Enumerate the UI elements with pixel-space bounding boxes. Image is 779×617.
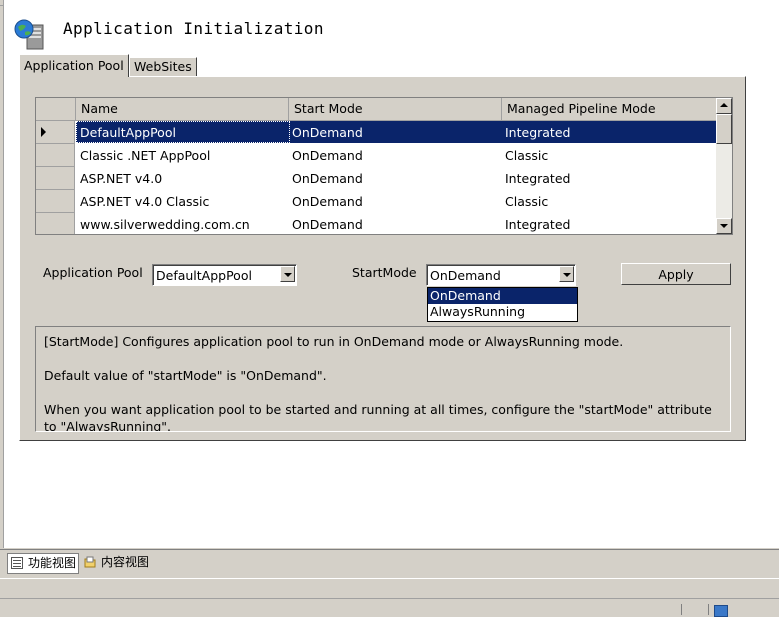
status-strip: [0, 578, 779, 599]
cell-pipeline[interactable]: Classic: [501, 190, 548, 213]
description-line: [StartMode] Configures application pool …: [44, 334, 624, 349]
chevron-down-icon: [284, 273, 292, 277]
scroll-down-button[interactable]: [716, 218, 732, 234]
table-row[interactable]: ASP.NET v4.0 OnDemand Integrated: [36, 167, 716, 190]
tab-websites[interactable]: WebSites: [129, 57, 197, 76]
app-pool-dropdown-button[interactable]: [280, 266, 295, 282]
view-switcher-bar: 功能视图 内容视图: [0, 549, 779, 577]
cell-pipeline[interactable]: Integrated: [501, 167, 570, 190]
column-header-name[interactable]: Name: [76, 98, 289, 120]
app-pool-value: DefaultAppPool: [156, 268, 252, 283]
start-mode-label: StartMode: [352, 265, 417, 280]
cell-pipeline[interactable]: Integrated: [501, 121, 570, 144]
features-view-tab[interactable]: 功能视图: [7, 553, 80, 574]
app-pool-grid[interactable]: Name Start Mode Managed Pipeline Mode De…: [35, 97, 733, 235]
cell-start-mode[interactable]: OnDemand: [288, 121, 363, 144]
apply-button[interactable]: Apply: [621, 263, 731, 285]
status-bar: [0, 598, 779, 616]
arrow-down-icon: [720, 224, 728, 228]
row-header[interactable]: [36, 167, 75, 190]
table-row[interactable]: ASP.NET v4.0 Classic OnDemand Classic: [36, 190, 716, 213]
page-title: Application Initialization: [63, 19, 324, 38]
option-ondemand[interactable]: OnDemand: [428, 288, 577, 304]
scroll-thumb[interactable]: [716, 114, 732, 144]
column-header-pipeline-mode[interactable]: Managed Pipeline Mode: [502, 98, 716, 120]
cell-name[interactable]: www.silverwedding.com.cn: [76, 213, 250, 234]
row-header-corner: [36, 98, 76, 120]
cell-start-mode[interactable]: OnDemand: [288, 213, 363, 234]
grid-vertical-scrollbar[interactable]: [716, 98, 732, 234]
cell-name[interactable]: ASP.NET v4.0 Classic: [76, 190, 209, 213]
status-separator: [708, 604, 709, 615]
tab-strip: Application Pool WebSites: [19, 54, 746, 77]
start-mode-dropdown-list: OnDemand AlwaysRunning: [427, 287, 578, 322]
app-pool-label: Application Pool: [43, 265, 143, 280]
tab-application-pool[interactable]: Application Pool: [19, 54, 129, 77]
description-box: [StartMode] Configures application pool …: [35, 326, 731, 432]
content-view-tab[interactable]: 内容视图: [83, 553, 149, 572]
column-header-start-mode[interactable]: Start Mode: [289, 98, 502, 120]
option-alwaysrunning[interactable]: AlwaysRunning: [428, 304, 577, 320]
cell-pipeline[interactable]: Integrated: [501, 213, 570, 234]
features-view-label: 功能视图: [28, 556, 77, 570]
cell-start-mode[interactable]: OnDemand: [288, 144, 363, 167]
content-view-label: 内容视图: [101, 555, 150, 569]
cell-start-mode[interactable]: OnDemand: [288, 190, 363, 213]
row-header[interactable]: [36, 144, 75, 167]
arrow-up-icon: [720, 103, 728, 107]
row-header[interactable]: [36, 121, 75, 144]
start-mode-dropdown-button[interactable]: [559, 266, 574, 282]
scroll-up-button[interactable]: [716, 98, 732, 114]
table-row[interactable]: Classic .NET AppPool OnDemand Classic: [36, 144, 716, 167]
description-line: When you want application pool to be sta…: [44, 402, 712, 417]
current-row-arrow-icon: [41, 127, 46, 137]
description-line: to "AlwaysRunning".: [44, 419, 172, 432]
grid-header: Name Start Mode Managed Pipeline Mode: [36, 98, 716, 121]
app-pool-combobox[interactable]: DefaultAppPool: [152, 264, 297, 286]
table-row[interactable]: DefaultAppPool OnDemand Integrated: [36, 121, 716, 144]
row-header[interactable]: [36, 190, 75, 213]
start-mode-combobox[interactable]: OnDemand: [426, 264, 576, 286]
cell-name[interactable]: ASP.NET v4.0: [76, 167, 162, 190]
status-separator: [681, 604, 682, 615]
features-view-icon: [11, 557, 23, 569]
content-view-icon: [84, 556, 96, 568]
start-mode-value: OnDemand: [430, 268, 501, 283]
cell-start-mode[interactable]: OnDemand: [288, 167, 363, 190]
cell-name[interactable]: DefaultAppPool: [76, 121, 176, 144]
cell-pipeline[interactable]: Classic: [501, 144, 548, 167]
chevron-down-icon: [563, 273, 571, 277]
row-header[interactable]: [36, 213, 75, 234]
tab-panel: Name Start Mode Managed Pipeline Mode De…: [19, 76, 746, 441]
network-status-icon: [714, 605, 728, 617]
table-row[interactable]: www.silverwedding.com.cn OnDemand Integr…: [36, 213, 716, 234]
cell-name[interactable]: Classic .NET AppPool: [76, 144, 210, 167]
server-globe-icon: [14, 19, 44, 50]
description-line: Default value of "startMode" is "OnDeman…: [44, 368, 327, 383]
